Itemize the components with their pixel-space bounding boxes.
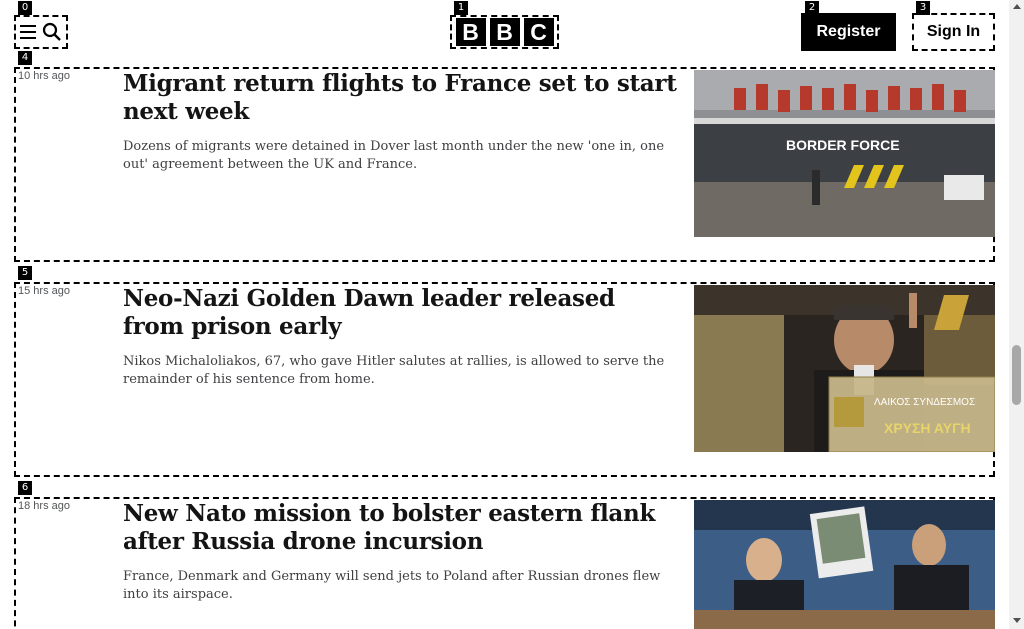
- article-summary: France, Denmark and Germany will send je…: [123, 569, 661, 602]
- marker-5: 5: [18, 266, 32, 280]
- article-summary: Dozens of migrants were detained in Dove…: [123, 139, 665, 172]
- article-summary: Nikos Michaloliakos, 67, who gave Hitler…: [123, 354, 665, 387]
- marker-2: 2: [805, 1, 819, 15]
- article-image-border-force-boat[interactable]: BORDER FORCE: [694, 70, 995, 237]
- marker-1: 1: [454, 1, 468, 15]
- sign-in-button[interactable]: Sign In: [912, 13, 995, 51]
- marker-0: 0: [18, 1, 32, 15]
- article-headline[interactable]: Neo-Nazi Golden Dawn leader released fro…: [123, 285, 678, 341]
- marker-4: 4: [18, 51, 32, 65]
- marker-3: 3: [916, 1, 930, 15]
- article-timestamp: 18 hrs ago: [18, 500, 70, 512]
- article-timestamp: 15 hrs ago: [18, 285, 70, 297]
- site-header: 0 1 B B C 2 Register 3 Sign In: [0, 0, 1009, 64]
- scrollbar-thumb[interactable]: [1012, 345, 1021, 405]
- article-card[interactable]: 10 hrs ago Migrant return flights to Fra…: [14, 67, 995, 262]
- scroll-down-arrow-icon[interactable]: [1013, 618, 1021, 623]
- golden-dawn-photo: ΛΑΙΚΟΣ ΣΥΝΔΕΣΜΟΣ ΧΡΥΣΗ ΑΥΓΗ: [694, 285, 995, 452]
- bbc-logo[interactable]: B B C: [450, 15, 559, 49]
- nato-council-photo: [694, 500, 995, 629]
- page-scrollbar[interactable]: [1009, 0, 1024, 629]
- border-force-photo: BORDER FORCE: [694, 70, 995, 237]
- bbc-logo-letter: C: [523, 18, 554, 46]
- article-timestamp: 10 hrs ago: [18, 70, 70, 82]
- bbc-logo-letter: B: [455, 18, 486, 46]
- menu-icon: [20, 25, 36, 39]
- boat-lettering: BORDER FORCE: [786, 137, 900, 153]
- menu-search-button[interactable]: [14, 15, 68, 49]
- article-headline[interactable]: New Nato mission to bolster eastern flan…: [123, 500, 678, 556]
- page: 0 1 B B C 2 Register 3 Sign In 4 10 hrs …: [0, 0, 1024, 629]
- article-headline[interactable]: Migrant return flights to France set to …: [123, 70, 678, 126]
- search-icon: [42, 22, 61, 41]
- article-card[interactable]: 18 hrs ago New Nato mission to bolster e…: [14, 497, 995, 629]
- banner-lettering: ΧΡΥΣΗ ΑΥΓΗ: [884, 420, 971, 436]
- bbc-logo-letter: B: [489, 18, 520, 46]
- marker-6: 6: [18, 481, 32, 495]
- article-card[interactable]: 15 hrs ago Neo-Nazi Golden Dawn leader r…: [14, 282, 995, 477]
- scroll-up-arrow-icon[interactable]: [1013, 4, 1021, 9]
- article-image-nato-council[interactable]: [694, 500, 995, 629]
- article-image-golden-dawn-leader[interactable]: ΛΑΙΚΟΣ ΣΥΝΔΕΣΜΟΣ ΧΡΥΣΗ ΑΥΓΗ: [694, 285, 995, 452]
- register-button[interactable]: Register: [801, 13, 896, 51]
- banner-lettering: ΛΑΙΚΟΣ ΣΥΝΔΕΣΜΟΣ: [874, 397, 975, 408]
